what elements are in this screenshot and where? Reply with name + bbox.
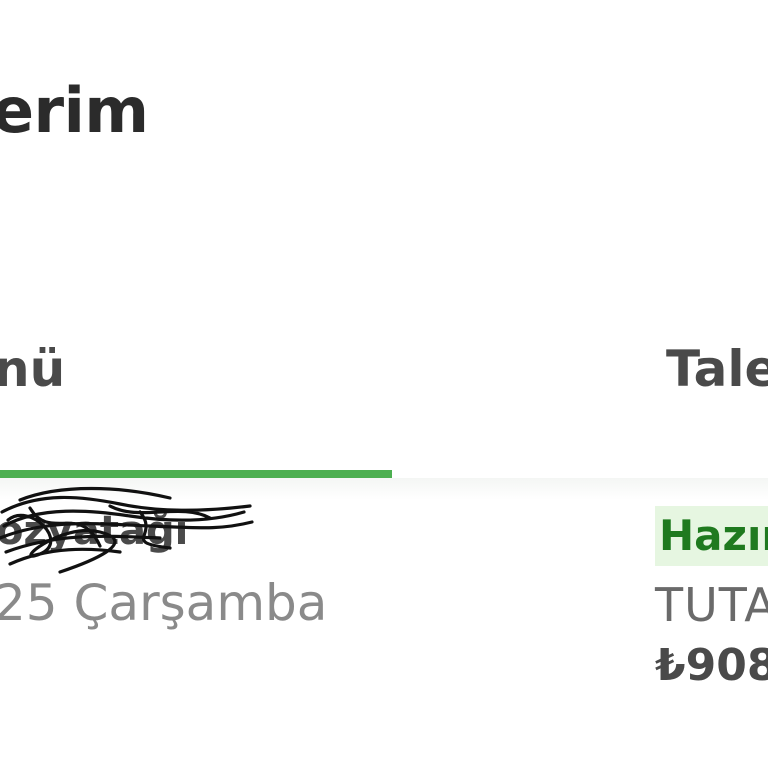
amount-value: ₺908, <box>655 640 768 691</box>
page-title: erim <box>0 74 149 147</box>
tab-active[interactable]: nü <box>0 340 65 398</box>
redaction-scribble <box>0 486 254 574</box>
tab-requests[interactable]: Tale <box>666 340 768 398</box>
order-date: 25 Çarşamba <box>0 574 328 632</box>
amount-label: TUTA <box>655 578 768 632</box>
status-badge: Hazır <box>655 506 768 566</box>
active-tab-indicator <box>0 470 392 478</box>
